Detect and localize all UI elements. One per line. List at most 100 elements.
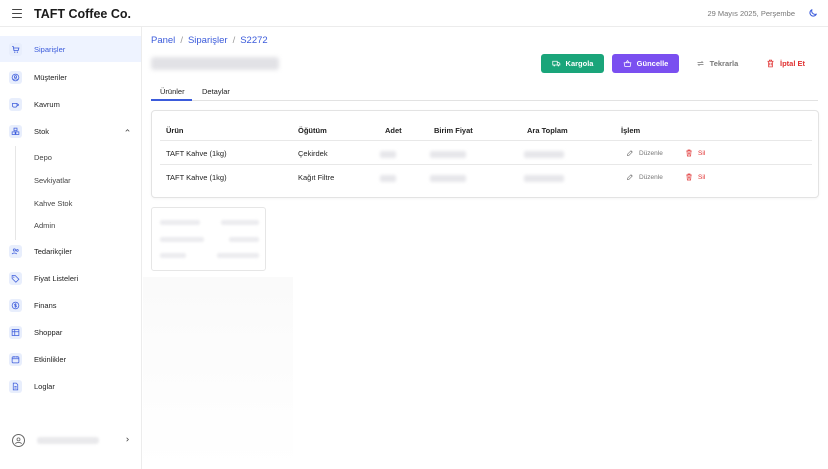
sidebar-item-finance[interactable]: Finans (0, 292, 141, 318)
truck-icon (551, 60, 560, 67)
document-icon (9, 379, 22, 393)
unit-price-redacted (430, 151, 466, 158)
sidebar-subitem-warehouse[interactable]: Depo (34, 153, 52, 162)
cart-icon (9, 42, 22, 56)
cancel-order-button[interactable]: İptal Et (758, 54, 813, 73)
breadcrumb: Panel / Siparişler / S2272 (151, 35, 268, 46)
header-divider (160, 140, 812, 141)
breadcrumb-order-id: S2272 (240, 35, 268, 46)
column-header-action: İşlem (621, 126, 641, 135)
coffee-cup-icon (9, 97, 22, 111)
background-fade (143, 277, 293, 469)
sidebar-item-roast[interactable]: Kavrum (0, 91, 141, 117)
chevron-up-icon[interactable] (124, 127, 131, 136)
sidebar-item-stock[interactable]: Stok (0, 118, 141, 144)
tab-bar: Ürünler Detaylar (151, 84, 818, 101)
column-header-product: Ürün (166, 126, 184, 135)
row-divider (160, 164, 812, 165)
sidebar-item-customers[interactable]: Müşteriler (0, 64, 141, 90)
hamburger-menu-icon[interactable] (12, 9, 22, 19)
edit-icon (627, 150, 633, 156)
breadcrumb-orders[interactable]: Siparişler (188, 35, 228, 46)
edit-label: Düzenle (639, 173, 663, 181)
edit-button[interactable]: Düzenle (626, 173, 663, 181)
ship-button[interactable]: Kargola (541, 54, 604, 73)
cancel-button-label: İptal Et (779, 59, 805, 68)
sidebar-item-events[interactable]: Etkinlikler (0, 346, 141, 372)
calendar-icon (9, 352, 22, 366)
tab-details[interactable]: Detaylar (202, 87, 230, 96)
sidebar-item-label: Shoppar (34, 327, 63, 337)
current-date: 29 Mayıs 2025, Perşembe (707, 9, 795, 18)
basket-icon (623, 59, 631, 67)
moon-icon[interactable] (808, 8, 818, 18)
breadcrumb-panel[interactable]: Panel (151, 35, 175, 46)
subtotal-redacted (524, 151, 564, 158)
sidebar-subitem-coffee-stock[interactable]: Kahve Stok (34, 199, 72, 208)
sidebar-item-label: Müşteriler (34, 72, 67, 82)
app-title: TAFT Coffee Co. (34, 7, 131, 21)
dollar-icon (9, 298, 22, 312)
edit-icon (627, 174, 633, 180)
users-icon (9, 244, 22, 258)
sidebar-item-label: Siparişler (34, 44, 66, 54)
quantity-redacted (380, 175, 396, 182)
delete-button[interactable]: Sil (685, 149, 705, 157)
avatar-icon (12, 433, 25, 447)
sidebar-item-logs[interactable]: Loglar (0, 373, 141, 399)
repeat-button-label: Tekrarla (709, 59, 739, 68)
sidebar-item-label: Stok (34, 126, 50, 136)
table-cell-product: TAFT Kahve (1kg) (166, 149, 227, 158)
trash-icon (686, 149, 692, 157)
sidebar-item-label: Finans (34, 300, 57, 310)
tag-icon (9, 271, 22, 285)
delete-label: Sil (698, 173, 706, 181)
table-cell-product: TAFT Kahve (1kg) (166, 173, 227, 182)
unit-price-redacted (430, 175, 466, 182)
edit-button[interactable]: Düzenle (626, 149, 663, 157)
sidebar-item-suppliers[interactable]: Tedarikçiler (0, 238, 141, 264)
sidebar-item-shoppar[interactable]: Shoppar (0, 319, 141, 345)
column-header-subtotal: Ara Toplam (527, 126, 568, 135)
sidebar-subitem-admin[interactable]: Admin (34, 221, 55, 230)
quantity-redacted (380, 151, 396, 158)
update-button-label: Güncelle (636, 59, 669, 68)
sidebar-item-label: Kavrum (34, 99, 60, 109)
sidebar-item-price-lists[interactable]: Fiyat Listeleri (0, 265, 141, 291)
trash-icon (686, 173, 692, 181)
sidebar: Siparişler Müşteriler Kavrum Stok Depo S… (0, 27, 142, 469)
summary-row-redacted (160, 237, 259, 243)
order-summary-card (151, 207, 266, 271)
ship-button-label: Kargola (565, 59, 594, 68)
sidebar-item-label: Loglar (34, 381, 55, 391)
update-button[interactable]: Güncelle (612, 54, 679, 73)
submenu-guide-line (15, 146, 16, 240)
delete-button[interactable]: Sil (685, 173, 705, 181)
main-content: Panel / Siparişler / S2272 Kargola Güncelle … (143, 27, 828, 469)
column-header-grind: Öğütüm (298, 126, 327, 135)
table-cell-grind: Çekirdek (298, 149, 328, 158)
column-header-quantity: Adet (385, 126, 402, 135)
trash-icon (767, 59, 774, 68)
sidebar-item-orders[interactable]: Siparişler (0, 36, 141, 62)
summary-row-redacted (160, 253, 259, 259)
sidebar-item-label: Tedarikçiler (34, 246, 72, 256)
table-cell-grind: Kağıt Filtre (298, 173, 335, 182)
boxes-icon (9, 124, 22, 138)
table-icon (9, 325, 22, 339)
tab-products[interactable]: Ürünler (160, 87, 185, 96)
user-profile-menu[interactable] (0, 427, 141, 453)
top-bar: TAFT Coffee Co. 29 Mayıs 2025, Perşembe (0, 0, 828, 27)
summary-row-redacted (160, 220, 259, 226)
products-table-card: Ürün Öğütüm Adet Birim Fiyat Ara Toplam … (151, 110, 819, 198)
order-title-redacted (151, 57, 279, 70)
subtotal-redacted (524, 175, 564, 182)
user-name-redacted (37, 436, 99, 444)
active-tab-indicator (151, 99, 192, 101)
user-circle-icon (9, 70, 22, 84)
sidebar-subitem-shipments[interactable]: Sevkiyatlar (34, 176, 71, 185)
repeat-button[interactable]: Tekrarla (688, 54, 746, 73)
column-header-unit-price: Birim Fiyat (434, 126, 473, 135)
chevron-right-icon (124, 436, 131, 445)
sidebar-item-label: Fiyat Listeleri (34, 273, 79, 283)
